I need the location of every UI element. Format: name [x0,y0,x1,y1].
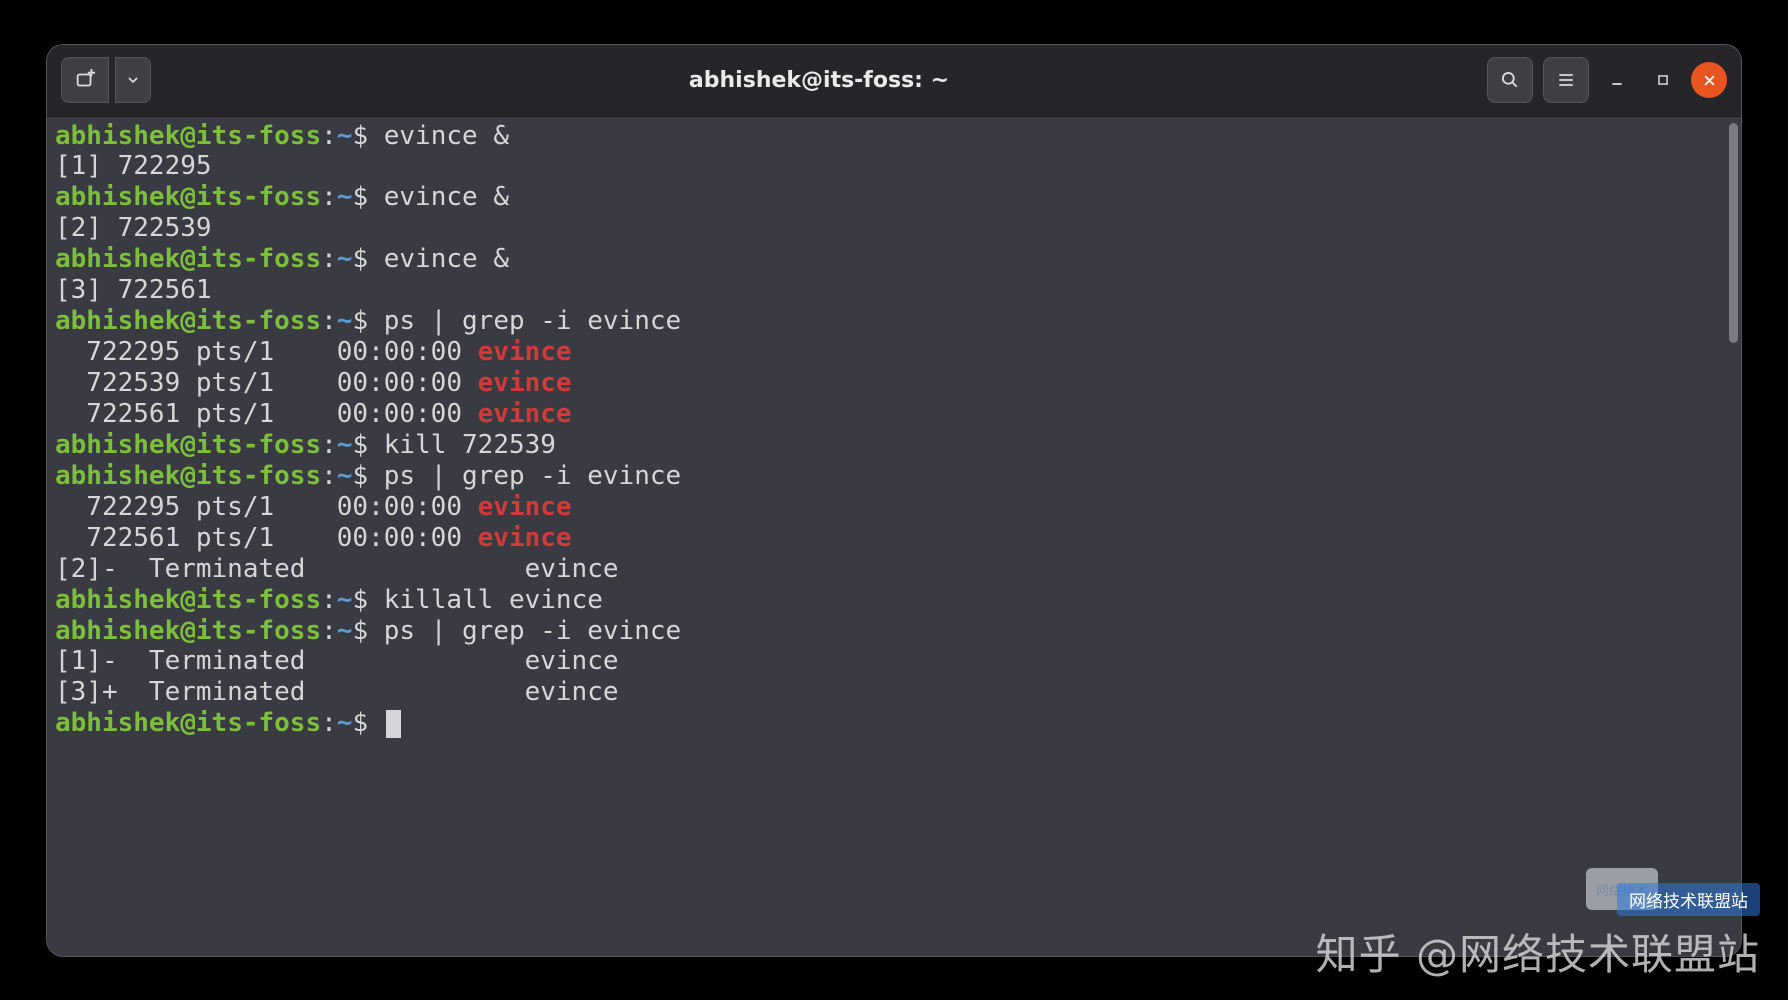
terminal-line: abhishek@its-foss:~$ ps | grep -i evince [55,616,1733,647]
terminal-line: 722295 pts/1 00:00:00 evince [55,337,1733,368]
terminal-line: 722561 pts/1 00:00:00 evince [55,523,1733,554]
titlebar: abhishek@its-foss: ~ [47,45,1741,117]
terminal-line: abhishek@its-foss:~$ ps | grep -i evince [55,306,1733,337]
terminal-line: abhishek@its-foss:~$ [55,708,1733,739]
close-icon [1702,73,1717,88]
minimize-button[interactable] [1599,62,1635,98]
new-tab-icon [74,69,96,91]
terminal-body[interactable]: abhishek@its-foss:~$ evince &[1] 722295a… [47,117,1741,956]
titlebar-right-group [1487,57,1727,103]
minimize-icon [1609,72,1625,88]
chevron-down-icon [125,72,141,88]
search-button[interactable] [1487,57,1533,103]
terminal-line: abhishek@its-foss:~$ evince & [55,182,1733,213]
maximize-button[interactable] [1645,62,1681,98]
close-button[interactable] [1691,62,1727,98]
new-tab-button[interactable] [61,57,109,103]
scrollbar-thumb[interactable] [1729,123,1738,343]
terminal-line: abhishek@its-foss:~$ evince & [55,121,1733,152]
menu-button[interactable] [1543,57,1589,103]
tab-dropdown-button[interactable] [115,57,151,103]
terminal-line: [1]- Terminated evince [55,646,1733,677]
terminal-line: [1] 722295 [55,151,1733,182]
window-title: abhishek@its-foss: ~ [159,68,1479,93]
terminal-line: abhishek@its-foss:~$ killall evince [55,585,1733,616]
terminal-line: 722295 pts/1 00:00:00 evince [55,492,1733,523]
terminal-line: abhishek@its-foss:~$ ps | grep -i evince [55,461,1733,492]
maximize-icon [1656,73,1670,87]
terminal-line: 722539 pts/1 00:00:00 evince [55,368,1733,399]
cursor [386,710,401,738]
terminal-line: 722561 pts/1 00:00:00 evince [55,399,1733,430]
terminal-line: [3] 722561 [55,275,1733,306]
terminal-line: abhishek@its-foss:~$ kill 722539 [55,430,1733,461]
terminal-line: [2] 722539 [55,213,1733,244]
terminal-window: abhishek@its-foss: ~ abhishek@its-foss:~… [47,45,1741,956]
terminal-line: [3]+ Terminated evince [55,677,1733,708]
terminal-line: [2]- Terminated evince [55,554,1733,585]
hamburger-icon [1556,70,1576,90]
titlebar-left-group [61,57,151,103]
terminal-line: abhishek@its-foss:~$ evince & [55,244,1733,275]
search-icon [1500,70,1520,90]
